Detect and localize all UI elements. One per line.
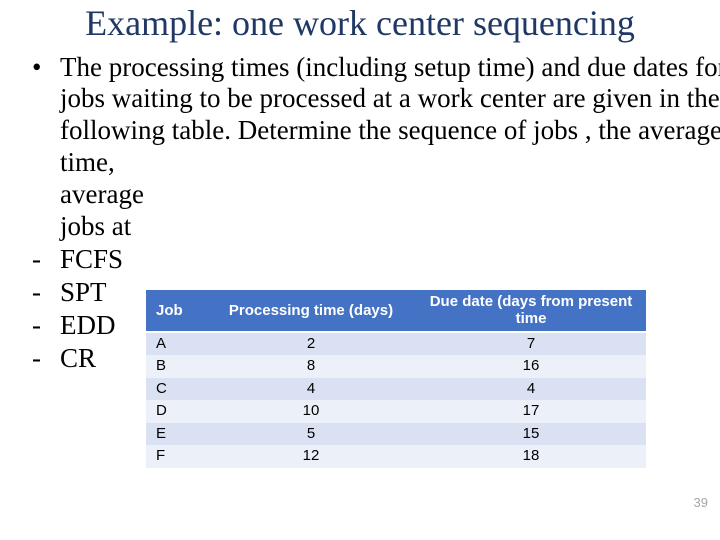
- cell-due: 16: [416, 355, 646, 378]
- main-paragraph: The processing times (including setup ti…: [60, 52, 720, 243]
- table-row: B 8 16: [146, 355, 646, 378]
- col-header-processing: Processing time (days): [206, 290, 416, 332]
- rule-item: - FCFS: [30, 243, 700, 276]
- dash-icon: -: [30, 342, 60, 375]
- col-header-job: Job: [146, 290, 206, 332]
- col-header-due: Due date (days from present time: [416, 290, 646, 332]
- rule-label: CR: [60, 342, 96, 375]
- table-row: A 2 7: [146, 332, 646, 356]
- table-row: C 4 4: [146, 378, 646, 401]
- cell-job: F: [146, 445, 206, 468]
- table-row: E 5 15: [146, 423, 646, 446]
- cell-job: D: [146, 400, 206, 423]
- main-bullet: • The processing times (including setup …: [30, 52, 700, 243]
- jobs-table: Job Processing time (days) Due date (day…: [146, 290, 646, 468]
- rule-label: FCFS: [60, 243, 123, 276]
- cell-proc: 4: [206, 378, 416, 401]
- slide-title: Example: one work center sequencing: [0, 0, 720, 52]
- cell-proc: 8: [206, 355, 416, 378]
- dash-icon: -: [30, 276, 60, 309]
- page-number: 39: [694, 495, 708, 510]
- cell-due: 7: [416, 332, 646, 356]
- table-row: D 10 17: [146, 400, 646, 423]
- cell-job: A: [146, 332, 206, 356]
- cell-due: 17: [416, 400, 646, 423]
- dash-icon: -: [30, 309, 60, 342]
- cell-proc: 5: [206, 423, 416, 446]
- cell-proc: 10: [206, 400, 416, 423]
- table-row: F 12 18: [146, 445, 646, 468]
- rule-label: SPT: [60, 276, 107, 309]
- dash-icon: -: [30, 243, 60, 276]
- cell-due: 4: [416, 378, 646, 401]
- cell-job: E: [146, 423, 206, 446]
- cell-due: 18: [416, 445, 646, 468]
- table-header-row: Job Processing time (days) Due date (day…: [146, 290, 646, 332]
- slide: Example: one work center sequencing • Th…: [0, 0, 720, 540]
- cell-due: 15: [416, 423, 646, 446]
- cell-proc: 2: [206, 332, 416, 356]
- cell-job: B: [146, 355, 206, 378]
- rule-label: EDD: [60, 309, 116, 342]
- bullet-dot-icon: •: [30, 52, 60, 84]
- cell-job: C: [146, 378, 206, 401]
- cell-proc: 12: [206, 445, 416, 468]
